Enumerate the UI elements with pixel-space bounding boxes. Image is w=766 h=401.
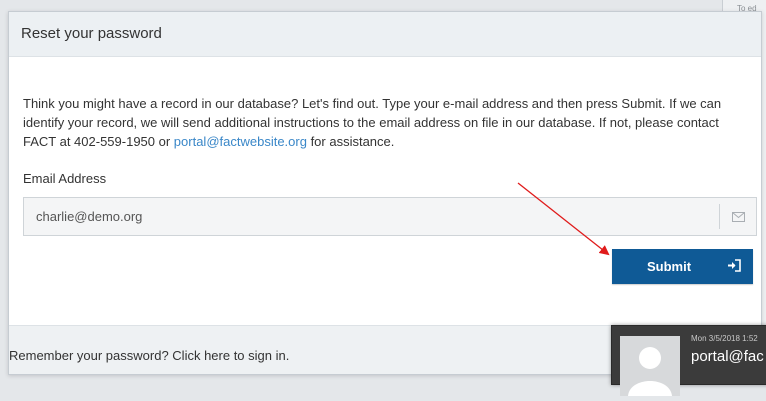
submit-button[interactable]: Submit — [612, 249, 753, 284]
envelope-icon — [719, 204, 756, 229]
modal-header: Reset your password — [9, 12, 761, 57]
email-address-label: Email Address — [23, 171, 107, 186]
reset-password-modal: Reset your password Think you might have… — [8, 11, 762, 375]
support-email-link[interactable]: portal@factwebsite.org — [174, 134, 307, 149]
email-address-input[interactable] — [24, 198, 719, 235]
modal-body: Think you might have a record in our dat… — [9, 94, 761, 236]
notification-date: Mon 3/5/2018 1:52 — [691, 334, 758, 343]
email-notification-toast[interactable]: Mon 3/5/2018 1:52 portal@fac — [611, 325, 766, 396]
notification-sender: portal@fac — [691, 348, 764, 365]
avatar — [620, 336, 680, 396]
submit-label: Submit — [647, 259, 692, 274]
email-input-group — [23, 197, 757, 236]
sign-in-link[interactable]: Remember your password? Click here to si… — [9, 348, 289, 363]
intro-text-after-link: for assistance. — [306, 134, 395, 149]
modal-title: Reset your password — [21, 25, 162, 42]
sign-in-icon — [727, 259, 741, 275]
intro-text: Think you might have a record in our dat… — [23, 94, 743, 151]
